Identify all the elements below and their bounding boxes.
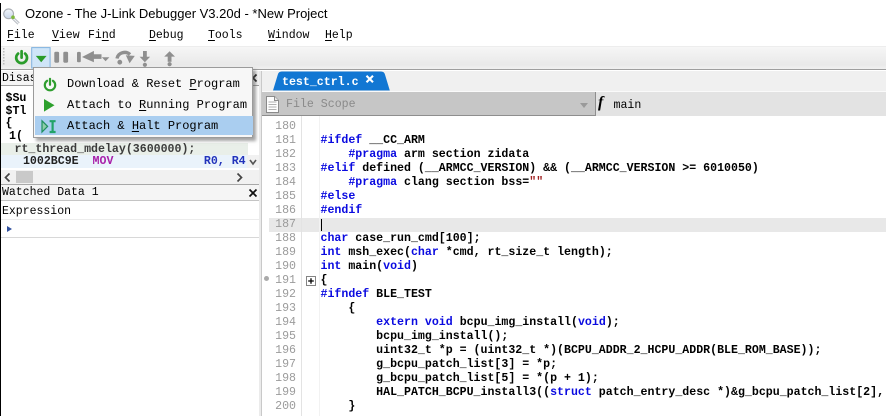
svg-text:test_ctrl.c: test_ctrl.c bbox=[282, 76, 359, 89]
